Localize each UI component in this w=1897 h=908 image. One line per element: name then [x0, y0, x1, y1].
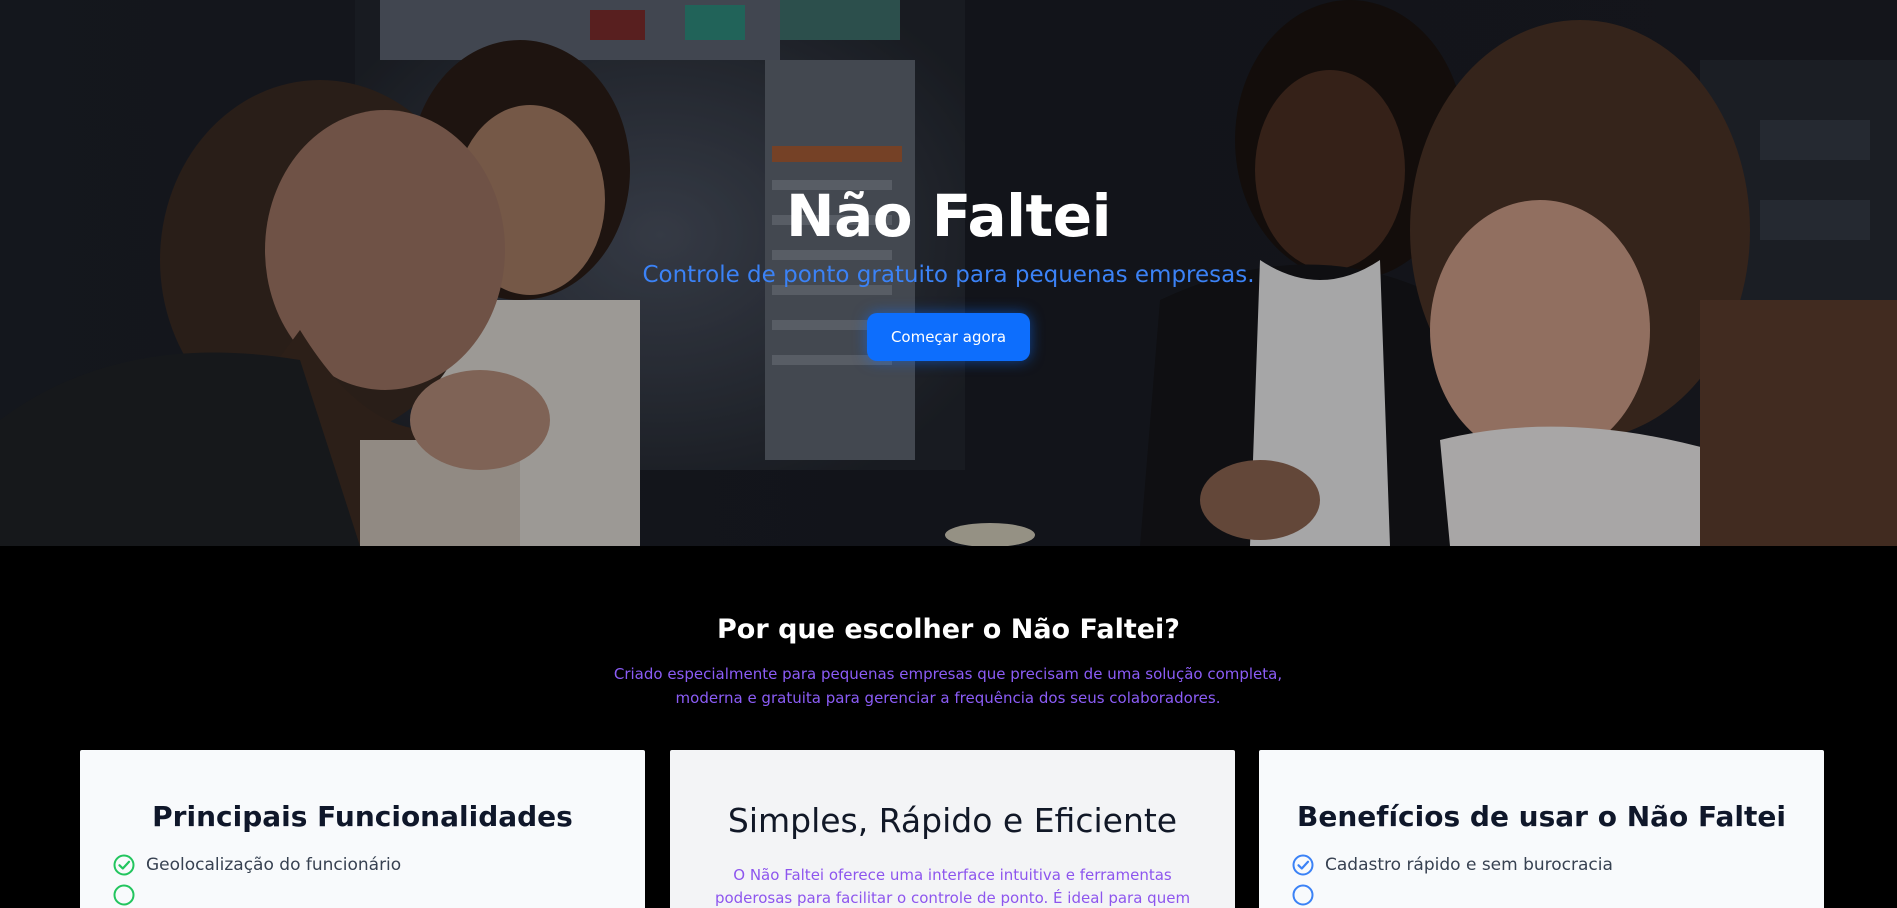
why-title: Por que escolher o Não Faltei?: [717, 614, 1180, 645]
check-circle-icon: [1292, 854, 1314, 876]
list-item-label: Cadastro rápido e sem burocracia: [1325, 855, 1613, 875]
simple-card-text: O Não Faltei oferece uma interface intui…: [714, 866, 1191, 907]
benefits-list: Cadastro rápido e sem burocracia: [1291, 850, 1792, 908]
features-list: Geolocalização do funcionário: [112, 850, 613, 908]
hero-title: Não Faltei: [786, 182, 1111, 250]
simple-card-title: Simples, Rápido e Eficiente: [727, 801, 1178, 840]
start-now-button[interactable]: Começar agora: [866, 313, 1031, 361]
benefits-card-title: Benefícios de usar o Não Faltei: [1297, 800, 1786, 833]
why-description: Criado especialmente para pequenas empre…: [613, 665, 1283, 707]
check-circle-icon: [113, 854, 135, 876]
simple-card: Simples, Rápido e Eficiente O Não Faltei…: [670, 750, 1235, 908]
hero-subtitle: Controle de ponto gratuito para pequenas…: [642, 262, 1255, 288]
list-item: [112, 880, 613, 908]
features-card-title: Principais Funcionalidades: [152, 800, 573, 833]
hero-content: Não Faltei Controle de ponto gratuito pa…: [0, 178, 1897, 361]
features-card: Principais Funcionalidades Geolocalizaçã…: [80, 750, 645, 908]
landing-page: Não Faltei Controle de ponto gratuito pa…: [0, 0, 1897, 908]
benefits-card: Benefícios de usar o Não Faltei Cadastro…: [1259, 750, 1824, 908]
check-circle-icon: [113, 884, 135, 906]
hero-section: Não Faltei Controle de ponto gratuito pa…: [0, 0, 1897, 546]
list-item: Geolocalização do funcionário: [112, 850, 613, 880]
list-item-label: Geolocalização do funcionário: [146, 855, 402, 875]
list-item: [1291, 880, 1792, 908]
check-circle-icon: [1292, 884, 1314, 906]
list-item: Cadastro rápido e sem burocracia: [1291, 850, 1792, 880]
